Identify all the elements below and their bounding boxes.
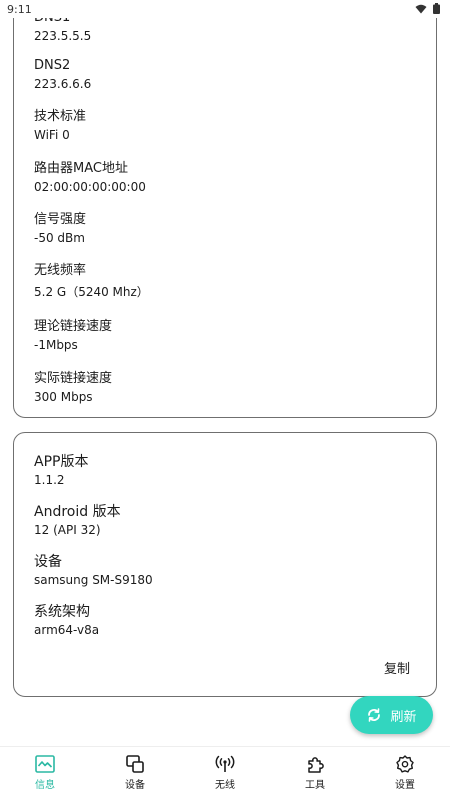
info-label: 信号强度 [34,212,87,227]
refresh-button[interactable]: 刷新 [350,696,433,734]
info-value: 223.5.5.5 [34,29,92,43]
info-label: 理论链接速度 [34,319,113,334]
bottom-nav: 信息 设备 无线 工具 设置 [0,746,450,800]
settings-icon [396,755,414,773]
nav-label: 信息 [35,780,55,791]
nav-item-tools[interactable]: 工具 [270,747,360,800]
info-label: 系统架构 [34,604,90,620]
status-time: 9:11 [7,3,32,16]
info-item-app-version: APP版本 1.1.2 [34,454,88,488]
info-item-frequency: 无线频率 5.2 G（5240 Mhz） [34,263,149,300]
nav-label: 设备 [125,780,145,791]
nav-item-info[interactable]: 信息 [0,747,90,800]
nav-label: 工具 [305,780,325,791]
info-item-dns2: DNS2 223.6.6.6 [34,58,91,92]
info-item-device: 设备 samsung SM-S9180 [34,554,153,588]
info-value: 1.1.2 [34,473,65,487]
info-value: WiFi 0 [34,128,70,142]
info-item-architecture: 系统架构 arm64-v8a [34,604,99,638]
info-chart-icon [35,755,55,773]
wireless-icon [215,755,235,772]
status-bar: 9:11 [0,0,450,18]
status-icons [415,3,440,14]
info-label: Android 版本 [34,504,121,520]
info-label: 无线频率 [34,263,87,278]
nav-item-devices[interactable]: 设备 [90,747,180,800]
info-label: 实际链接速度 [34,371,113,386]
info-item-android-version: Android 版本 12 (API 32) [34,504,121,538]
network-info-card: DNS1 223.5.5.5 DNS2 223.6.6.6 技术标准 WiFi … [13,0,437,418]
battery-icon [433,3,440,14]
info-value: 5.2 G（5240 Mhz） [34,285,149,299]
app-info-card: APP版本 1.1.2 Android 版本 12 (API 32) 设备 sa… [13,432,437,697]
info-value: 300 Mbps [34,390,93,404]
wifi-icon [415,4,427,13]
info-item-actual-speed: 实际链接速度 300 Mbps [34,371,112,405]
devices-icon [126,755,144,773]
info-label: APP版本 [34,454,89,470]
info-label: 设备 [34,554,62,570]
info-label: 路由器MAC地址 [34,161,128,176]
info-item-router-mac: 路由器MAC地址 02:00:00:00:00:00 [34,161,146,195]
info-item-theoretical-speed: 理论链接速度 -1Mbps [34,319,112,353]
nav-label: 无线 [215,780,235,791]
info-item-standard: 技术标准 WiFi 0 [34,109,86,143]
info-value: arm64-v8a [34,623,100,637]
nav-item-wireless[interactable]: 无线 [180,747,270,800]
info-value: 12 (API 32) [34,523,101,537]
info-value: 02:00:00:00:00:00 [34,180,146,194]
refresh-icon [368,708,381,722]
info-label: DNS2 [34,58,71,73]
nav-item-settings[interactable]: 设置 [360,747,450,800]
info-item-signal-strength: 信号强度 -50 dBm [34,212,86,246]
tools-icon [308,757,324,773]
info-value: -1Mbps [34,338,78,352]
info-value: samsung SM-S9180 [34,573,153,587]
refresh-label: 刷新 [390,709,417,725]
info-value: -50 dBm [34,231,85,245]
copy-button[interactable]: 复制 [384,658,410,677]
nav-label: 设置 [395,780,415,791]
info-value: 223.6.6.6 [34,77,92,91]
info-label: 技术标准 [34,109,87,124]
